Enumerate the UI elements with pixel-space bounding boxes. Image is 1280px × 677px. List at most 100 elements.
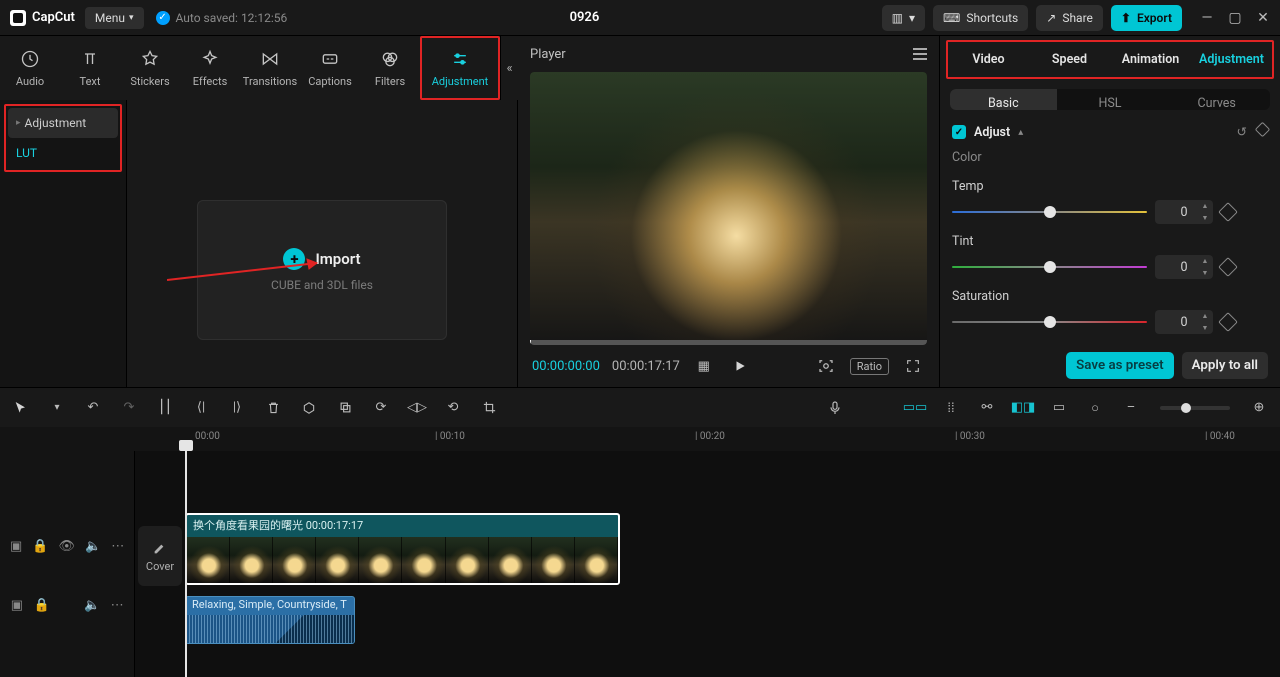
menu-button[interactable]: Menu ▾ — [85, 7, 144, 29]
ratio-button[interactable]: Ratio — [850, 358, 889, 375]
tab-audio[interactable]: Audio — [0, 36, 60, 100]
ruler-tick: | 00:40 — [1205, 431, 1235, 442]
inspector-tab-animation[interactable]: Animation — [1110, 42, 1191, 77]
tint-keyframe-icon[interactable] — [1218, 257, 1238, 277]
tab-filters[interactable]: Filters — [360, 36, 420, 100]
redo-button[interactable]: ↷ — [118, 397, 140, 419]
tab-captions[interactable]: Captions — [300, 36, 360, 100]
temp-slider[interactable] — [952, 205, 1147, 219]
sidebar-item-lut[interactable]: LUT — [8, 138, 118, 168]
window-minimize-button[interactable]: — — [1200, 10, 1214, 26]
color-group-label: Color — [952, 150, 1268, 165]
adjust-checkbox[interactable]: ✓ — [952, 125, 966, 139]
playhead[interactable] — [185, 451, 187, 677]
auto-align-icon[interactable]: ⁞⁞ — [940, 397, 962, 419]
eye-icon[interactable]: 👁 — [58, 537, 75, 555]
tab-stickers[interactable]: Stickers — [120, 36, 180, 100]
zoom-slider[interactable] — [1160, 406, 1230, 410]
ruler-tick: | 00:10 — [435, 431, 465, 442]
play-button[interactable] — [728, 354, 752, 378]
player-title: Player — [530, 47, 566, 62]
inspector-tab-adjustment[interactable]: Adjustment — [1191, 42, 1272, 77]
cover-button[interactable]: Cover — [138, 526, 182, 586]
shield-icon[interactable]: ▣ — [10, 596, 24, 614]
ruler-tick: | 00:30 — [955, 431, 985, 442]
layout-button[interactable]: ▥▾ — [882, 5, 925, 31]
keyframe-icon[interactable] — [1255, 122, 1271, 138]
tab-effects[interactable]: Effects — [180, 36, 240, 100]
temp-keyframe-icon[interactable] — [1218, 202, 1238, 222]
sidebar-item-adjustment[interactable]: ▸ Adjustment — [8, 108, 118, 138]
tab-text[interactable]: Text — [60, 36, 120, 100]
inspector-tab-speed[interactable]: Speed — [1029, 42, 1110, 77]
delete-icon[interactable] — [262, 397, 284, 419]
chevron-up-icon[interactable]: ▴ — [1018, 127, 1023, 138]
crop-icon[interactable] — [478, 397, 500, 419]
subtab-curves[interactable]: Curves — [1163, 89, 1270, 110]
tab-effects-label: Effects — [193, 75, 228, 88]
more-icon[interactable]: ⋯ — [111, 537, 124, 555]
export-label: Export — [1137, 11, 1172, 25]
mirror-icon[interactable]: ◁▷ — [406, 397, 428, 419]
link-icon[interactable]: ⚯ — [976, 397, 998, 419]
audio-track-controls: ▣ 🔒 🔈 ⋯ — [0, 581, 134, 629]
transitions-icon — [260, 49, 280, 69]
zoom-plus-icon[interactable]: ⊕ — [1248, 397, 1270, 419]
collapse-tabs-button[interactable]: « — [501, 36, 518, 100]
subtab-basic[interactable]: Basic — [950, 89, 1057, 110]
temp-value-input[interactable]: 0 ▲▼ — [1155, 200, 1213, 224]
scan-icon[interactable] — [814, 354, 838, 378]
window-maximize-button[interactable]: ▢ — [1228, 10, 1242, 26]
zoom-out-icon[interactable]: ○ — [1084, 397, 1106, 419]
mark-icon[interactable] — [298, 397, 320, 419]
stickers-icon — [140, 49, 160, 69]
tab-transitions[interactable]: Transitions — [240, 36, 300, 100]
mic-icon[interactable] — [824, 397, 846, 419]
annotation-arrow — [167, 255, 337, 299]
grid-view-icon[interactable]: ▦ — [692, 354, 716, 378]
audio-clip[interactable]: Relaxing, Simple, Countryside, T — [185, 596, 355, 644]
snap-icon[interactable]: ◧◨ — [1012, 397, 1034, 419]
tool-dropdown-icon[interactable]: ▾ — [46, 397, 68, 419]
tint-slider[interactable] — [952, 260, 1147, 274]
fullscreen-button[interactable] — [901, 354, 925, 378]
trim-right-icon[interactable]: |⟩ — [226, 397, 248, 419]
undo-button[interactable]: ↶ — [82, 397, 104, 419]
player-viewport[interactable] — [530, 72, 927, 345]
subtab-hsl[interactable]: HSL — [1057, 89, 1164, 110]
mute-icon[interactable]: 🔈 — [85, 537, 101, 555]
apply-to-all-button[interactable]: Apply to all — [1182, 352, 1268, 379]
inspector-tab-video[interactable]: Video — [948, 42, 1029, 77]
tint-value-input[interactable]: 0 ▲▼ — [1155, 255, 1213, 279]
window-close-button[interactable]: ✕ — [1256, 10, 1270, 26]
preview-icon[interactable]: ▭ — [1048, 397, 1070, 419]
export-button[interactable]: ⬆ Export — [1111, 5, 1182, 31]
pencil-icon — [152, 540, 168, 556]
trim-left-icon[interactable]: ⟨| — [190, 397, 212, 419]
lock-icon[interactable]: 🔒 — [34, 596, 50, 614]
share-button[interactable]: ↗ Share — [1036, 5, 1103, 31]
save-preset-button[interactable]: Save as preset — [1066, 352, 1173, 379]
reset-icon[interactable]: ↺ — [1237, 124, 1247, 140]
mute-icon[interactable]: 🔈 — [84, 596, 100, 614]
shield-icon[interactable]: ▣ — [10, 537, 22, 555]
saturation-value-input[interactable]: 0 ▲▼ — [1155, 310, 1213, 334]
saturation-slider[interactable] — [952, 315, 1147, 329]
zoom-minus-icon[interactable]: – — [1120, 397, 1142, 419]
more-icon[interactable]: ⋯ — [110, 596, 124, 614]
magnet-main-icon[interactable]: ▭▭ — [904, 397, 926, 419]
shortcuts-button[interactable]: ⌨ Shortcuts — [933, 5, 1028, 31]
ruler-tick: | 00:20 — [695, 431, 725, 442]
saturation-keyframe-icon[interactable] — [1218, 312, 1238, 332]
tint-value: 0 — [1180, 260, 1187, 275]
video-clip[interactable]: 换个角度看果园的曙光 00:00:17:17 — [185, 513, 620, 585]
player-menu-button[interactable] — [913, 48, 927, 60]
reverse-icon[interactable]: ⟳ — [370, 397, 392, 419]
temp-label: Temp — [952, 179, 1268, 194]
selection-tool-icon[interactable] — [10, 397, 32, 419]
split-icon[interactable]: ⎮⎮ — [154, 397, 176, 419]
lock-icon[interactable]: 🔒 — [32, 537, 48, 555]
tab-adjustment[interactable]: Adjustment — [420, 36, 500, 100]
rotate-icon[interactable]: ⟲ — [442, 397, 464, 419]
duplicate-icon[interactable] — [334, 397, 356, 419]
